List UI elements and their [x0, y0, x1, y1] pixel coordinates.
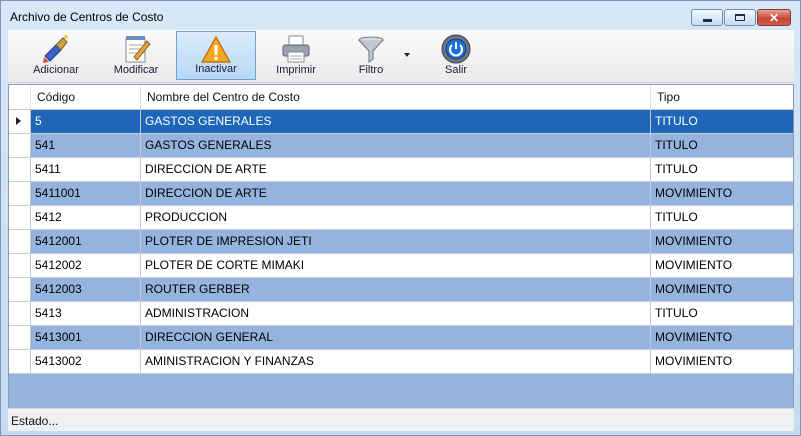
cell-tipo[interactable]: TITULO	[651, 134, 793, 157]
power-icon	[441, 34, 471, 64]
cell-nombre[interactable]: GASTOS GENERALES	[141, 134, 651, 157]
cell-nombre[interactable]: AMINISTRACION Y FINANZAS	[141, 350, 651, 373]
cell-tipo[interactable]: MOVIMIENTO	[651, 254, 793, 277]
adicionar-button[interactable]: Adicionar	[21, 31, 91, 80]
row-header[interactable]	[9, 158, 31, 181]
cell-nombre[interactable]: GASTOS GENERALES	[141, 110, 651, 133]
cell-codigo[interactable]: 5412	[31, 206, 141, 229]
cell-nombre[interactable]: DIRECCION GENERAL	[141, 326, 651, 349]
imprimir-label: Imprimir	[276, 64, 316, 76]
table-row[interactable]: 5413001 DIRECCION GENERAL MOVIMIENTO	[9, 326, 793, 350]
inactivar-button[interactable]: Inactivar	[176, 31, 256, 80]
cell-codigo[interactable]: 5412001	[31, 230, 141, 253]
cell-nombre[interactable]: DIRECCION DE ARTE	[141, 158, 651, 181]
imprimir-button[interactable]: Imprimir	[261, 31, 331, 80]
table-row[interactable]: 5412 PRODUCCION TITULO	[9, 206, 793, 230]
maximize-icon	[725, 10, 755, 25]
salir-button[interactable]: Salir	[421, 31, 491, 80]
minimize-button[interactable]	[691, 9, 723, 26]
row-header[interactable]	[9, 326, 31, 349]
cell-tipo[interactable]: MOVIMIENTO	[651, 350, 793, 373]
maximize-button[interactable]	[724, 9, 756, 26]
table-row[interactable]: 5411 DIRECCION DE ARTE TITULO	[9, 158, 793, 182]
cell-nombre[interactable]: DIRECCION DE ARTE	[141, 182, 651, 205]
row-header[interactable]	[9, 182, 31, 205]
printer-icon	[282, 35, 310, 63]
client-area: Adicionar Modificar Inactivar Imprimir F…	[8, 30, 794, 431]
cell-codigo[interactable]: 5411001	[31, 182, 141, 205]
cell-tipo[interactable]: MOVIMIENTO	[651, 182, 793, 205]
window-title: Archivo de Centros de Costo	[10, 10, 164, 24]
current-row-arrow-icon	[16, 117, 21, 125]
cell-codigo[interactable]: 5413002	[31, 350, 141, 373]
warning-icon	[201, 36, 231, 63]
table-row[interactable]: 5412003 ROUTER GERBER MOVIMIENTO	[9, 278, 793, 302]
cell-nombre[interactable]: PLOTER DE CORTE MIMAKI	[141, 254, 651, 277]
filtro-label: Filtro	[358, 64, 384, 76]
cell-codigo[interactable]: 5413	[31, 302, 141, 325]
funnel-filter-icon	[358, 36, 384, 63]
table-row[interactable]: 541 GASTOS GENERALES TITULO	[9, 134, 793, 158]
salir-label: Salir	[444, 64, 467, 76]
cell-tipo[interactable]: TITULO	[651, 158, 793, 181]
cell-nombre[interactable]: ADMINISTRACION	[141, 302, 651, 325]
cell-tipo[interactable]: MOVIMIENTO	[651, 230, 793, 253]
cell-codigo[interactable]: 5	[31, 110, 141, 133]
toolbar: Adicionar Modificar Inactivar Imprimir F…	[8, 30, 794, 83]
column-header-nombre[interactable]: Nombre del Centro de Costo	[141, 85, 651, 109]
row-header[interactable]	[9, 254, 31, 277]
close-button[interactable]: ✕	[757, 9, 791, 26]
cell-tipo[interactable]: MOVIMIENTO	[651, 278, 793, 301]
cost-centers-grid[interactable]: Código Nombre del Centro de Costo Tipo 5…	[8, 84, 794, 409]
row-header-corner	[9, 85, 31, 109]
table-row[interactable]: 5 GASTOS GENERALES TITULO	[9, 110, 793, 134]
minimize-icon	[692, 10, 722, 25]
filtro-button[interactable]: Filtro	[336, 31, 406, 80]
cell-tipo[interactable]: TITULO	[651, 110, 793, 133]
row-header[interactable]	[9, 110, 31, 133]
table-row[interactable]: 5413 ADMINISTRACION TITULO	[9, 302, 793, 326]
status-text: Estado...	[11, 414, 59, 428]
modificar-button[interactable]: Modificar	[101, 31, 171, 80]
cell-codigo[interactable]: 5412002	[31, 254, 141, 277]
row-header[interactable]	[9, 350, 31, 373]
cell-codigo[interactable]: 5412003	[31, 278, 141, 301]
row-header[interactable]	[9, 206, 31, 229]
app-window: Archivo de Centros de Costo ✕ Adicionar	[0, 0, 801, 436]
status-bar: Estado...	[8, 408, 794, 431]
cell-tipo[interactable]: TITULO	[651, 206, 793, 229]
cell-tipo[interactable]: TITULO	[651, 302, 793, 325]
row-header[interactable]	[9, 134, 31, 157]
edit-notepad-icon	[125, 36, 151, 63]
cell-codigo[interactable]: 5411	[31, 158, 141, 181]
cell-nombre[interactable]: PLOTER DE IMPRESION JETI	[141, 230, 651, 253]
row-header[interactable]	[9, 278, 31, 301]
row-header[interactable]	[9, 230, 31, 253]
modificar-label: Modificar	[113, 64, 159, 76]
grid-header: Código Nombre del Centro de Costo Tipo	[9, 85, 793, 110]
column-header-codigo[interactable]: Código	[31, 85, 141, 109]
title-bar[interactable]: Archivo de Centros de Costo ✕	[1, 1, 800, 29]
table-row[interactable]: 5412002 PLOTER DE CORTE MIMAKI MOVIMIENT…	[9, 254, 793, 278]
row-header[interactable]	[9, 302, 31, 325]
filtro-dropdown-arrow[interactable]	[404, 53, 410, 57]
cell-nombre[interactable]: PRODUCCION	[141, 206, 651, 229]
cell-codigo[interactable]: 541	[31, 134, 141, 157]
table-row[interactable]: 5413002 AMINISTRACION Y FINANZAS MOVIMIE…	[9, 350, 793, 374]
column-header-tipo[interactable]: Tipo	[651, 85, 793, 109]
close-icon: ✕	[768, 10, 780, 25]
brush-add-icon	[43, 35, 68, 63]
cell-nombre[interactable]: ROUTER GERBER	[141, 278, 651, 301]
table-row[interactable]: 5411001 DIRECCION DE ARTE MOVIMIENTO	[9, 182, 793, 206]
cell-tipo[interactable]: MOVIMIENTO	[651, 326, 793, 349]
table-row[interactable]: 5412001 PLOTER DE IMPRESION JETI MOVIMIE…	[9, 230, 793, 254]
inactivar-label: Inactivar	[195, 63, 237, 75]
cell-codigo[interactable]: 5413001	[31, 326, 141, 349]
adicionar-label: Adicionar	[33, 64, 79, 76]
